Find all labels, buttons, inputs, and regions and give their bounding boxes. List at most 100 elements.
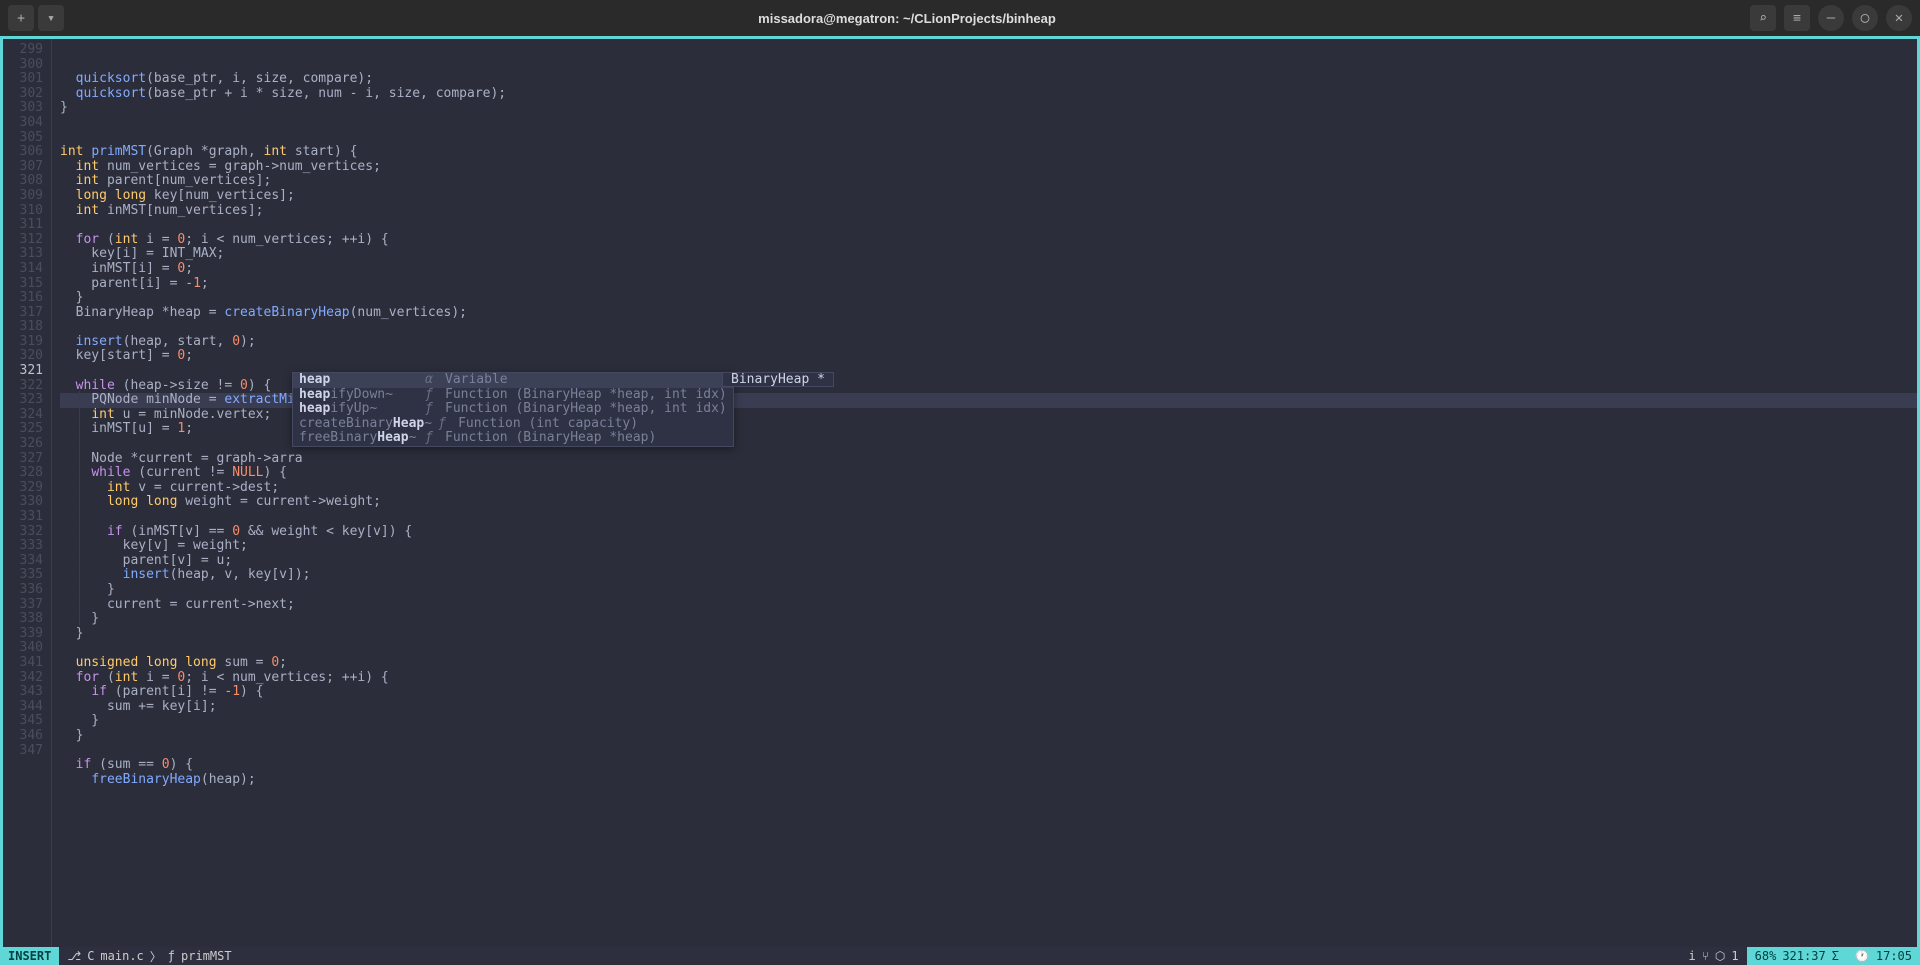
completion-popup[interactable]: heapαVariableheapifyDown~ ƒ Function (Bina…: [292, 372, 734, 447]
line-number: 312: [3, 233, 43, 248]
completion-item[interactable]: heapifyDown~ ƒ Function (BinaryHeap *heap,…: [293, 388, 733, 403]
code-line[interactable]: }: [60, 627, 1917, 642]
code-line[interactable]: quicksort(base_ptr + i * size, num - i, …: [60, 87, 1917, 102]
code-line[interactable]: │ if (inMST[v] == 0 && weight < key[v]) …: [60, 525, 1917, 540]
code-line[interactable]: if (sum == 0) {: [60, 758, 1917, 773]
close-button[interactable]: ✕: [1886, 5, 1912, 31]
code-line[interactable]: BinaryHeap *heap = createBinaryHeap(num_…: [60, 306, 1917, 321]
line-number: 314: [3, 262, 43, 277]
code-line[interactable]: key[i] = INT_MAX;: [60, 247, 1917, 262]
line-number: 307: [3, 160, 43, 175]
file-segment: ⎇ C main.c 〉 ƒ primMST: [59, 947, 239, 965]
code-line[interactable]: │ insert(heap, v, key[v]);: [60, 568, 1917, 583]
line-number: 346: [3, 729, 43, 744]
code-line[interactable]: [60, 320, 1917, 335]
code-line[interactable]: int num_vertices = graph->num_vertices;: [60, 160, 1917, 175]
new-tab-button[interactable]: +: [8, 5, 34, 31]
code-line[interactable]: sum += key[i];: [60, 700, 1917, 715]
completion-item-kind-icon: ƒ: [425, 431, 439, 446]
search-button[interactable]: ⌕: [1750, 5, 1776, 31]
line-number: 311: [3, 218, 43, 233]
line-number: 343: [3, 685, 43, 700]
line-number: 320: [3, 349, 43, 364]
line-number: 302: [3, 87, 43, 102]
code-line[interactable]: inMST[i] = 0;: [60, 262, 1917, 277]
code-line[interactable]: long long key[num_vertices];: [60, 189, 1917, 204]
completion-item-name: heapifyDown~: [299, 388, 419, 403]
code-line[interactable]: │ while (current != NULL) {: [60, 466, 1917, 481]
code-line[interactable]: [60, 218, 1917, 233]
code-line[interactable]: quicksort(base_ptr, i, size, compare);: [60, 72, 1917, 87]
line-number: 315: [3, 277, 43, 292]
line-number: 309: [3, 189, 43, 204]
code-line[interactable]: │: [60, 510, 1917, 525]
code-line[interactable]: }: [60, 714, 1917, 729]
code-line[interactable]: parent[i] = -1;: [60, 277, 1917, 292]
completion-item[interactable]: freeBinaryHeap~ƒFunction (BinaryHeap *he…: [293, 431, 733, 446]
position-segment: 68% 321:37 Σ: [1747, 947, 1847, 965]
completion-item-type: Function (int capacity): [458, 417, 638, 432]
code-line[interactable]: insert(heap, start, 0);: [60, 335, 1917, 350]
completion-item-kind-icon: α: [425, 373, 439, 388]
completion-item-name: heapifyUp~: [299, 402, 419, 417]
scroll-percent: 68%: [1755, 949, 1777, 963]
code-line[interactable]: [60, 744, 1917, 759]
code-line[interactable]: │ current = current->next;: [60, 598, 1917, 613]
line-number: 329: [3, 481, 43, 496]
line-number: 338: [3, 612, 43, 627]
diag-branch-icon: ⑂: [1702, 949, 1709, 963]
titlebar-left: + ▾: [8, 5, 64, 31]
completion-item-type: Function (BinaryHeap *heap, int idx): [445, 402, 727, 417]
code-line[interactable]: freeBinaryHeap(heap);: [60, 773, 1917, 788]
code-line[interactable]: [60, 641, 1917, 656]
completion-item-type: Function (BinaryHeap *heap): [445, 431, 656, 446]
code-line[interactable]: int primMST(Graph *graph, int start) {: [60, 145, 1917, 160]
code-line[interactable]: for (int i = 0; i < num_vertices; ++i) {: [60, 671, 1917, 686]
code-line[interactable]: }: [60, 291, 1917, 306]
line-number: 333: [3, 539, 43, 554]
code-line[interactable]: }: [60, 101, 1917, 116]
code-line[interactable]: │ long long weight = current->weight;: [60, 495, 1917, 510]
function-icon: ƒ: [168, 949, 175, 963]
line-number: 324: [3, 408, 43, 423]
completion-item-type: Function (BinaryHeap *heap, int idx): [445, 388, 727, 403]
code-line[interactable]: │ }: [60, 612, 1917, 627]
line-number: 342: [3, 671, 43, 686]
titlebar: + ▾ missadora@megatron: ~/CLionProjects/…: [0, 0, 1920, 36]
line-number: 318: [3, 320, 43, 335]
code-line[interactable]: int inMST[num_vertices];: [60, 204, 1917, 219]
line-number: 345: [3, 714, 43, 729]
line-number: 337: [3, 598, 43, 613]
line-number: 339: [3, 627, 43, 642]
editor[interactable]: 2993003013023033043053063073083093103113…: [0, 36, 1920, 947]
code-line[interactable]: │ key[v] = weight;: [60, 539, 1917, 554]
completion-item[interactable]: createBinaryHeap~ƒFunction (int capacity…: [293, 417, 733, 432]
maximize-button[interactable]: ◯: [1852, 5, 1878, 31]
code-line[interactable]: }: [60, 729, 1917, 744]
completion-item-kind-icon: ƒ: [425, 388, 439, 403]
completion-item[interactable]: heapαVariable: [293, 373, 733, 388]
code-line[interactable]: [60, 131, 1917, 146]
code-area[interactable]: quicksort(base_ptr, i, size, compare); q…: [51, 39, 1917, 947]
line-number: 328: [3, 466, 43, 481]
code-line[interactable]: │ }: [60, 583, 1917, 598]
minimize-button[interactable]: —: [1818, 5, 1844, 31]
line-number: 306: [3, 145, 43, 160]
code-line[interactable]: for (int i = 0; i < num_vertices; ++i) {: [60, 233, 1917, 248]
line-number: 341: [3, 656, 43, 671]
code-line[interactable]: unsigned long long sum = 0;: [60, 656, 1917, 671]
line-number: 321: [3, 364, 43, 379]
context-function: primMST: [181, 949, 232, 963]
code-line[interactable]: key[start] = 0;: [60, 349, 1917, 364]
hamburger-menu-button[interactable]: ≡: [1784, 5, 1810, 31]
completion-item[interactable]: heapifyUp~ƒFunction (BinaryHeap *heap, i…: [293, 402, 733, 417]
branch-icon: ⎇: [67, 949, 81, 963]
code-line[interactable]: [60, 116, 1917, 131]
tab-dropdown-button[interactable]: ▾: [38, 5, 64, 31]
code-line[interactable]: int parent[num_vertices];: [60, 174, 1917, 189]
code-line[interactable]: │ Node *current = graph->arra: [60, 452, 1917, 467]
filetype-icon: C: [87, 949, 94, 963]
code-line[interactable]: if (parent[i] != -1) {: [60, 685, 1917, 700]
titlebar-right: ⌕ ≡ — ◯ ✕: [1750, 5, 1912, 31]
code-line[interactable]: │ parent[v] = u;: [60, 554, 1917, 569]
